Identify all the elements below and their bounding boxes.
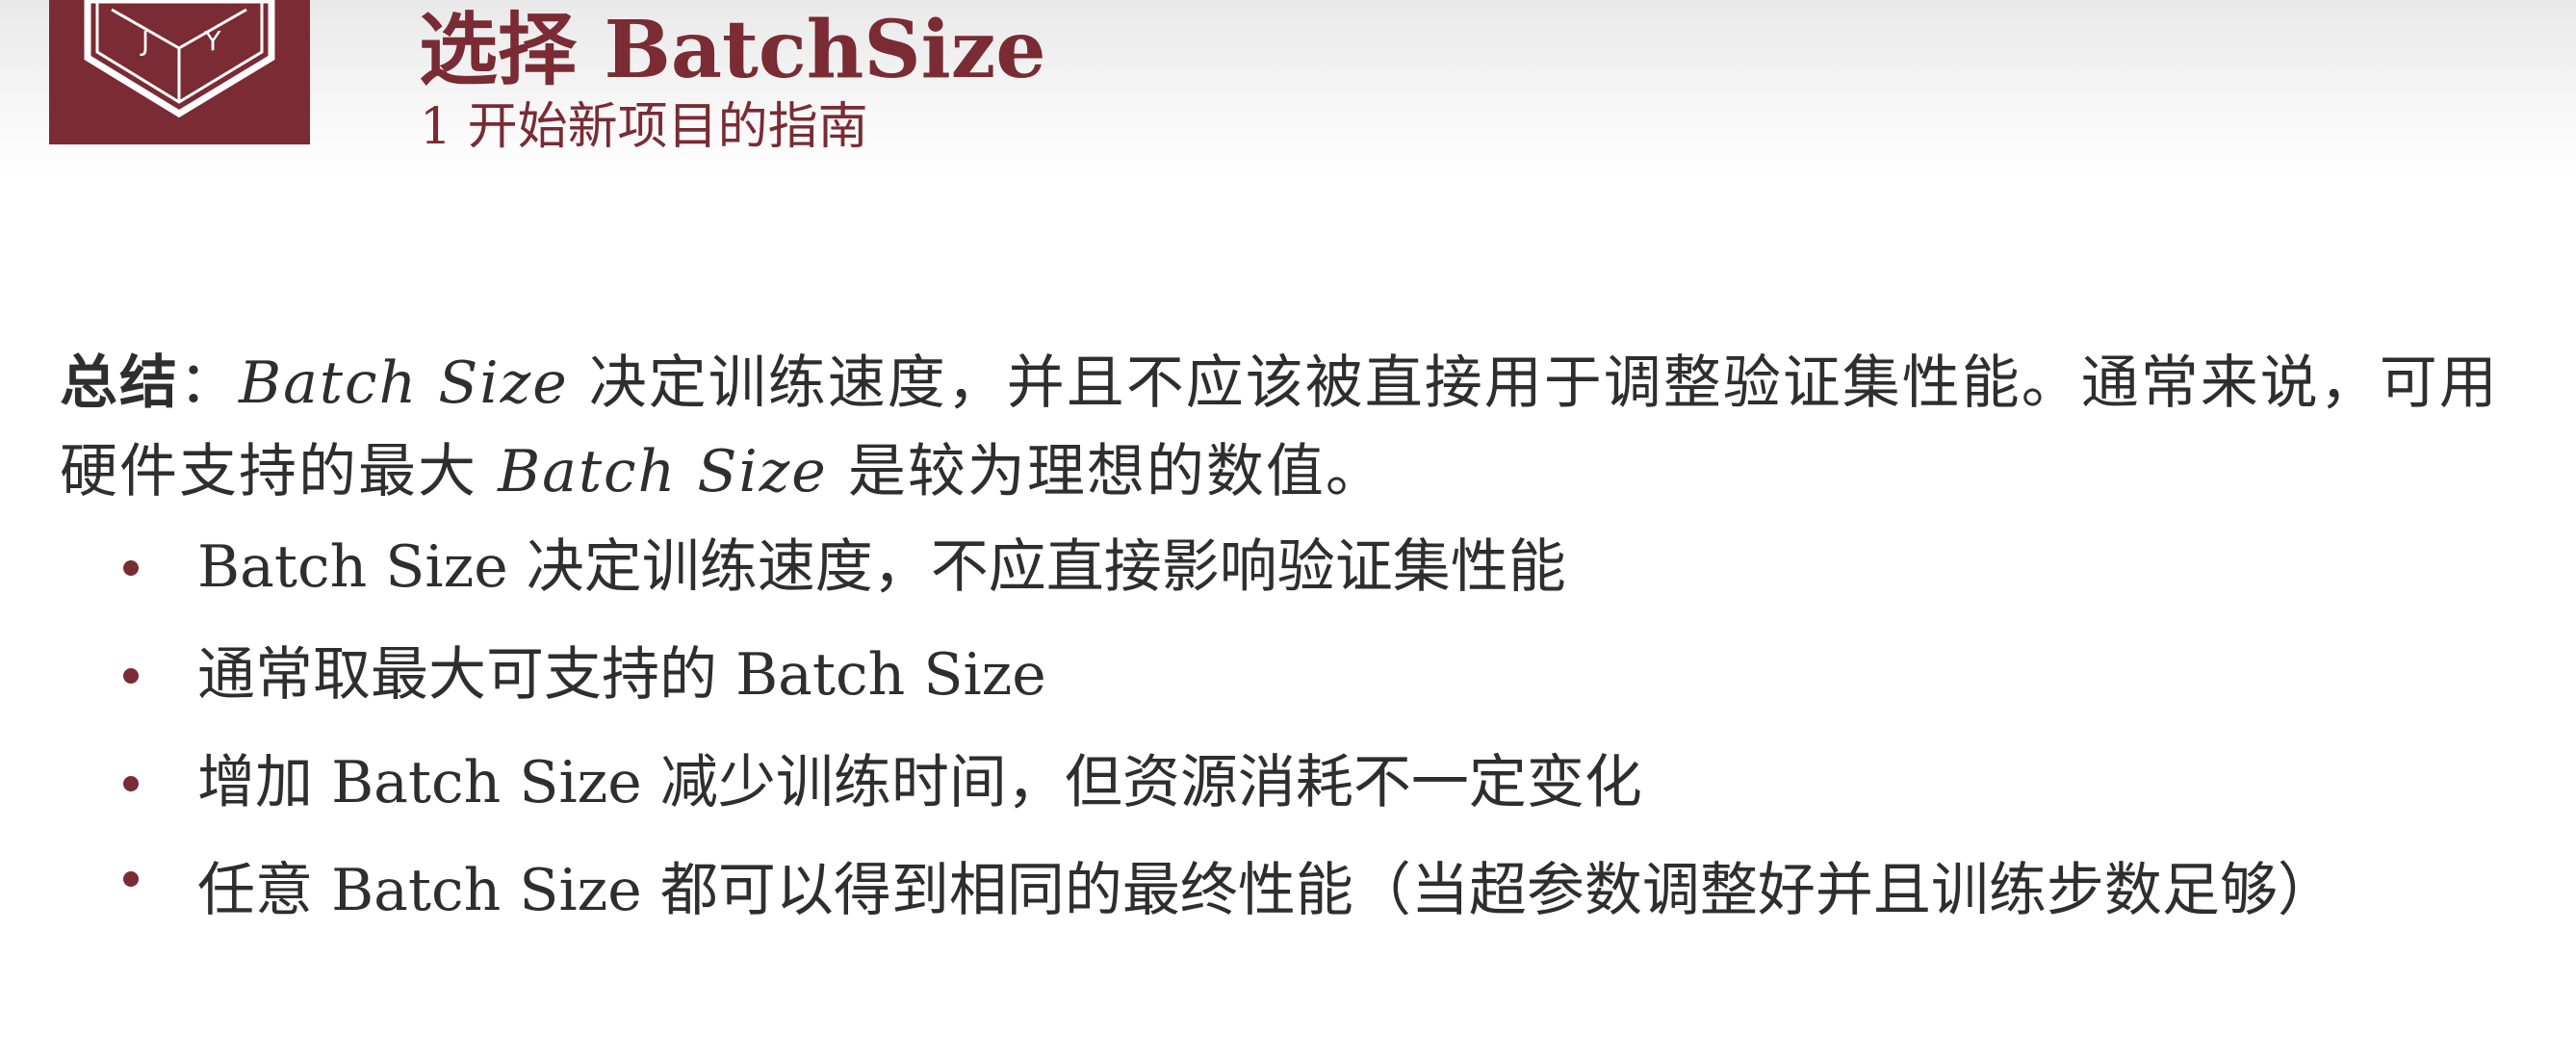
list-item-text: Batch Size 决定训练速度，不应直接影响验证集性能 (197, 533, 1566, 601)
bullet-dot-icon (123, 776, 139, 791)
list-item: 增加 Batch Size 减少训练时间，但资源消耗不一定变化 (0, 749, 2576, 816)
summary-term-1: Batch Size (239, 349, 569, 417)
list-item-text: 任意 Batch Size 都可以得到相同的最终性能（当超参数调整好并且训练步数… (197, 857, 2335, 924)
bullet-dot-icon (123, 560, 139, 576)
section-subtitle: 1 开始新项目的指南 (420, 98, 868, 156)
summary-label: 总结 (60, 349, 179, 417)
list-item: Batch Size 决定训练速度，不应直接影响验证集性能 (0, 533, 2576, 601)
summary-text-2: 是较为理想的数值。 (827, 438, 1385, 505)
page-title: 选择 BatchSize (419, 4, 1046, 96)
list-item-text: 通常取最大可支持的 Batch Size (197, 641, 1046, 709)
cube-logo-icon: J Y (84, 0, 275, 118)
logo-letter-j: J (140, 25, 149, 57)
logo: J Y (49, 0, 310, 144)
summary-colon: ： (179, 349, 239, 417)
bullet-dot-icon (123, 871, 139, 887)
summary-term-2: Batch Size (498, 438, 828, 505)
summary-paragraph: 总结：Batch Size 决定训练速度，并且不应该被直接用于调整验证集性能。通… (60, 339, 2543, 516)
bullet-dot-icon (123, 668, 139, 684)
list-item-text: 增加 Batch Size 减少训练时间，但资源消耗不一定变化 (197, 749, 1642, 816)
logo-letter-y: Y (203, 25, 221, 57)
bullet-list: Batch Size 决定训练速度，不应直接影响验证集性能 通常取最大可支持的 … (0, 533, 2576, 983)
header-band (0, 0, 2576, 173)
list-item: 任意 Batch Size 都可以得到相同的最终性能（当超参数调整好并且训练步数… (0, 850, 2576, 931)
list-item: 通常取最大可支持的 Batch Size (0, 641, 2576, 709)
